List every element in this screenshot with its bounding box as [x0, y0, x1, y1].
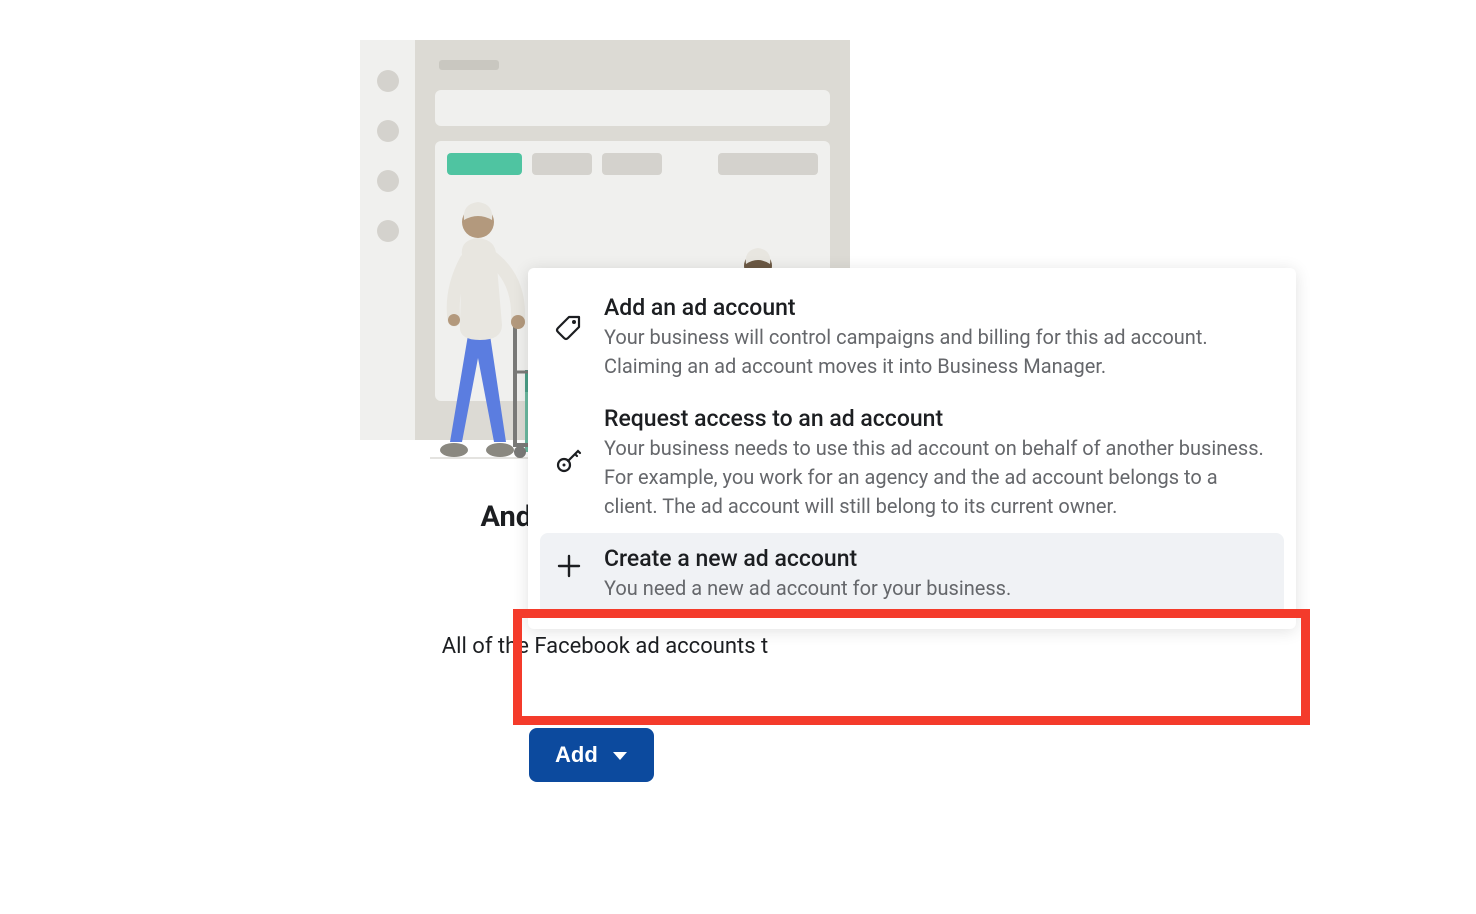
add-button[interactable]: Add: [529, 728, 654, 782]
menu-item-request-access[interactable]: Request access to an ad account Your bus…: [540, 393, 1284, 533]
plus-icon: [554, 553, 584, 579]
menu-item-description: Your business will control campaigns and…: [604, 323, 1270, 381]
illustration-sidebar: [360, 40, 415, 440]
chevron-down-icon: [612, 742, 628, 768]
menu-item-create-new-ad-account[interactable]: Create a new ad account You need a new a…: [540, 533, 1284, 615]
menu-item-title: Request access to an ad account: [604, 405, 1270, 432]
add-dropdown-menu: Add an ad account Your business will con…: [528, 268, 1296, 629]
menu-item-description: Your business needs to use this ad accou…: [604, 434, 1270, 521]
key-icon: [554, 445, 584, 475]
sidebar-dot-icon: [377, 120, 399, 142]
sidebar-dot-icon: [377, 220, 399, 242]
sidebar-dot-icon: [377, 70, 399, 92]
menu-item-add-ad-account[interactable]: Add an ad account Your business will con…: [540, 282, 1284, 393]
menu-item-title: Create a new ad account: [604, 545, 1270, 572]
add-button-label: Add: [555, 742, 598, 768]
tag-icon: [554, 314, 584, 342]
page-description: All of the Facebook ad accounts t: [135, 634, 1075, 659]
sidebar-dot-icon: [377, 170, 399, 192]
menu-item-description: You need a new ad account for your busin…: [604, 574, 1270, 603]
menu-item-title: Add an ad account: [604, 294, 1270, 321]
